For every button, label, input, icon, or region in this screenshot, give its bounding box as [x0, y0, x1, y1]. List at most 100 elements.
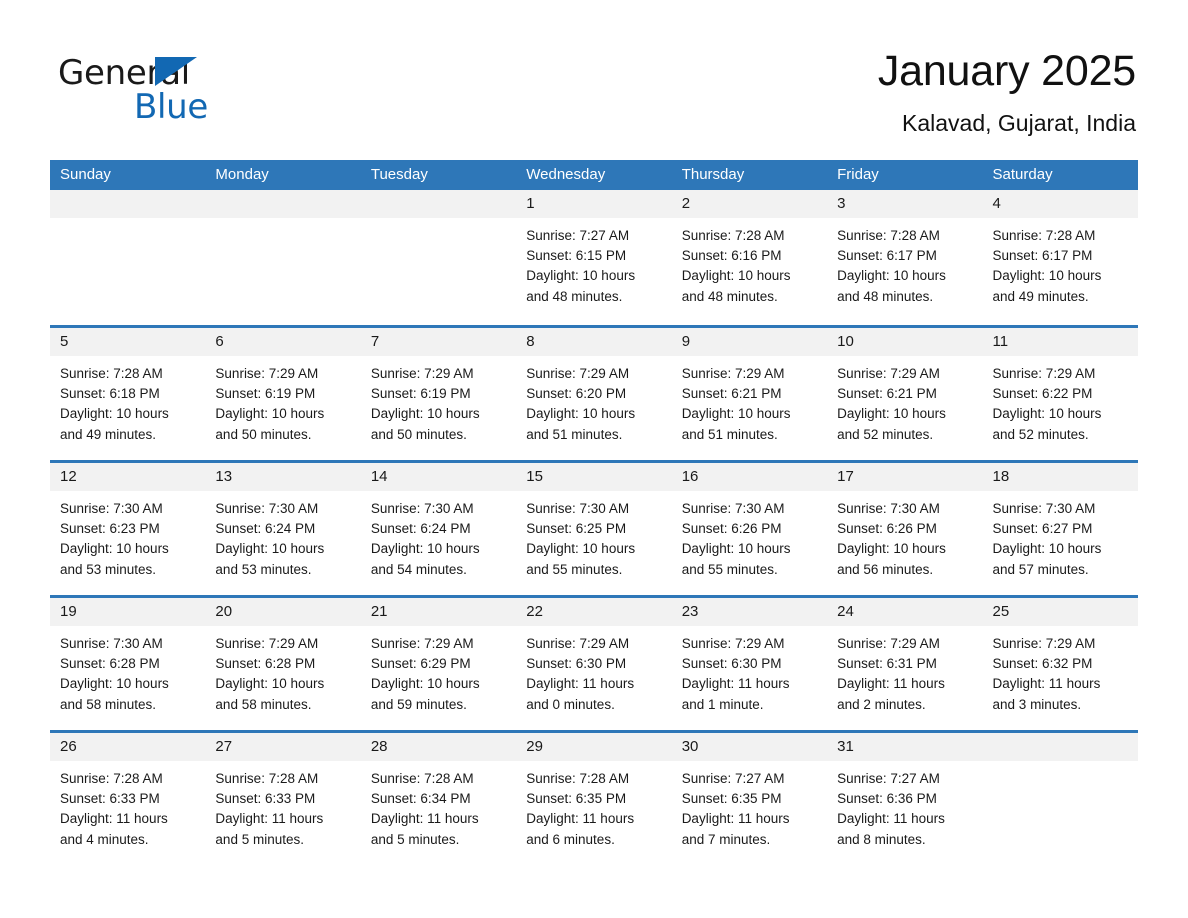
day-sun-info: Sunrise: 7:28 AM Sunset: 6:35 PM Daylight:…: [516, 761, 671, 850]
calendar-day-cell[interactable]: 28 Sunrise: 7:28 AM Sunset: 6:34 PM Dayligh…: [360, 733, 517, 865]
day-info-line: Daylight: 11 hours: [992, 676, 1101, 692]
day-info-line: and 59 minutes.: [370, 696, 467, 712]
day-number-band: 3: [827, 190, 983, 218]
day-number-band: 17: [827, 463, 983, 491]
day-number-band: 18: [982, 463, 1138, 491]
generalblue-logo[interactable]: General Blue: [58, 44, 238, 130]
day-sun-info: Sunrise: 7:30 AM Sunset: 6:24 PM Daylight:…: [361, 491, 516, 580]
calendar-day-cell[interactable]: 3 Sunrise: 7:28 AM Sunset: 6:17 PM Daylight…: [827, 190, 983, 325]
calendar-day-cell[interactable]: 20 Sunrise: 7:29 AM Sunset: 6:28 PM Dayligh…: [205, 598, 361, 730]
calendar-day-cell[interactable]: 26 Sunrise: 7:28 AM Sunset: 6:33 PM Dayligh…: [50, 733, 206, 865]
day-number: 24: [837, 603, 854, 620]
calendar-day-cell[interactable]: 30 Sunrise: 7:27 AM Sunset: 6:35 PM Dayligh…: [671, 733, 828, 865]
calendar-day-cell[interactable]: 19 Sunrise: 7:30 AM Sunset: 6:28 PM Dayligh…: [50, 598, 206, 730]
day-sun-info: Sunrise: 7:30 AM Sunset: 6:28 PM Daylight:…: [50, 626, 205, 715]
day-sun-info: Sunrise: 7:27 AM Sunset: 6:15 PM Daylight:…: [516, 218, 671, 307]
calendar-day-cell[interactable]: 17 Sunrise: 7:30 AM Sunset: 6:26 PM Dayligh…: [827, 463, 983, 595]
day-info-line: Sunset: 6:19 PM: [370, 386, 471, 402]
day-info-line: and 50 minutes.: [215, 426, 312, 442]
day-number-band: 11: [982, 328, 1138, 356]
day-info-line: Sunrise: 7:28 AM: [215, 771, 319, 786]
day-info-line: Daylight: 10 hours: [60, 541, 169, 557]
day-info-line: Daylight: 10 hours: [992, 268, 1102, 284]
calendar-day-cell[interactable]: 18 Sunrise: 7:30 AM Sunset: 6:27 PM Dayligh…: [982, 463, 1138, 595]
day-info-line: Sunset: 6:15 PM: [526, 248, 627, 264]
day-info-line: Sunrise: 7:29 AM: [370, 636, 474, 651]
day-info-line: Sunrise: 7:29 AM: [992, 366, 1096, 381]
calendar-day-cell[interactable]: 4 Sunrise: 7:28 AM Sunset: 6:17 PM Daylight…: [982, 190, 1138, 325]
day-info-line: Sunset: 6:35 PM: [681, 791, 782, 807]
day-number-band: [50, 190, 206, 218]
day-number-band: 27: [205, 733, 361, 761]
day-sun-info: Sunrise: 7:30 AM Sunset: 6:26 PM Daylight:…: [672, 491, 827, 580]
day-info-line: Sunrise: 7:29 AM: [837, 636, 940, 651]
calendar-day-cell[interactable]: 11 Sunrise: 7:29 AM Sunset: 6:22 PM Dayligh…: [982, 328, 1138, 460]
day-sun-info: Sunrise: 7:29 AM Sunset: 6:21 PM Daylight:…: [672, 356, 827, 445]
day-number-band: 24: [827, 598, 983, 626]
calendar-day-cell[interactable]: 7 Sunrise: 7:29 AM Sunset: 6:19 PM Daylight…: [360, 328, 517, 460]
day-sun-info: Sunrise: 7:28 AM Sunset: 6:17 PM Daylight:…: [827, 218, 982, 307]
day-info-line: Sunset: 6:28 PM: [60, 656, 160, 672]
day-info-line: Daylight: 10 hours: [837, 406, 946, 422]
day-info-line: Sunset: 6:27 PM: [992, 521, 1093, 537]
calendar-day-cell[interactable]: 25 Sunrise: 7:29 AM Sunset: 6:32 PM Dayligh…: [982, 598, 1138, 730]
calendar-day-cell[interactable]: 14 Sunrise: 7:30 AM Sunset: 6:24 PM Dayligh…: [360, 463, 517, 595]
calendar-day-cell[interactable]: 31 Sunrise: 7:27 AM Sunset: 6:36 PM Dayligh…: [827, 733, 983, 865]
day-info-line: Sunrise: 7:29 AM: [837, 366, 940, 381]
day-info-line: Sunset: 6:33 PM: [215, 791, 316, 807]
calendar-day-cell[interactable]: 16 Sunrise: 7:30 AM Sunset: 6:26 PM Dayligh…: [671, 463, 828, 595]
calendar-day-cell[interactable]: 27 Sunrise: 7:28 AM Sunset: 6:33 PM Dayligh…: [205, 733, 361, 865]
day-number-band: 1: [516, 190, 672, 218]
day-number-band: 6: [205, 328, 361, 356]
day-number: 20: [215, 603, 233, 620]
calendar-day-cell[interactable]: 5 Sunrise: 7:28 AM Sunset: 6:18 PM Daylight…: [50, 328, 206, 460]
day-number-band: 14: [360, 463, 517, 491]
calendar-day-cell[interactable]: 13 Sunrise: 7:30 AM Sunset: 6:24 PM Dayligh…: [205, 463, 361, 595]
day-info-line: and 7 minutes.: [681, 831, 771, 847]
day-info-line: Sunrise: 7:28 AM: [60, 366, 163, 381]
day-info-line: Sunrise: 7:28 AM: [370, 771, 474, 786]
day-info-line: Sunset: 6:35 PM: [526, 791, 627, 807]
calendar-day-cell[interactable]: 2 Sunrise: 7:28 AM Sunset: 6:16 PM Daylight…: [671, 190, 828, 325]
day-info-line: and 57 minutes.: [992, 561, 1089, 577]
day-sun-info: Sunrise: 7:27 AM Sunset: 6:35 PM Daylight:…: [672, 761, 827, 850]
calendar-day-cell[interactable]: 6 Sunrise: 7:29 AM Sunset: 6:19 PM Daylight…: [205, 328, 361, 460]
weekday-header-row: Sunday Monday Tuesday Wednesday Thursday Frid…: [50, 160, 1138, 190]
calendar-week-row: 19 Sunrise: 7:30 AM Sunset: 6:28 PM Dayligh…: [50, 595, 1138, 730]
day-info-line: Sunrise: 7:28 AM: [60, 771, 163, 786]
calendar-day-cell[interactable]: 12 Sunrise: 7:30 AM Sunset: 6:23 PM Dayligh…: [50, 463, 206, 595]
day-sun-info: Sunrise: 7:29 AM Sunset: 6:20 PM Daylight:…: [516, 356, 671, 445]
calendar-day-cell[interactable]: 24 Sunrise: 7:29 AM Sunset: 6:31 PM Dayligh…: [827, 598, 983, 730]
day-sun-info: Sunrise: 7:29 AM Sunset: 6:19 PM Daylight:…: [205, 356, 360, 445]
day-info-line: Daylight: 11 hours: [681, 811, 790, 827]
calendar-day-cell[interactable]: 8 Sunrise: 7:29 AM Sunset: 6:20 PM Daylight…: [516, 328, 672, 460]
weekday-header-friday: Friday: [837, 166, 879, 183]
day-info-line: Daylight: 11 hours: [837, 676, 945, 692]
day-info-line: Daylight: 10 hours: [215, 406, 325, 422]
calendar-day-cell[interactable]: 10 Sunrise: 7:29 AM Sunset: 6:21 PM Dayligh…: [827, 328, 983, 460]
day-number-band: 26: [50, 733, 206, 761]
calendar-day-cell[interactable]: 9 Sunrise: 7:29 AM Sunset: 6:21 PM Daylight…: [671, 328, 828, 460]
calendar-day-cell[interactable]: 15 Sunrise: 7:30 AM Sunset: 6:25 PM Dayligh…: [516, 463, 672, 595]
day-info-line: Sunset: 6:36 PM: [837, 791, 937, 807]
calendar-day-cell[interactable]: 29 Sunrise: 7:28 AM Sunset: 6:35 PM Dayligh…: [516, 733, 672, 865]
calendar-body: 1 Sunrise: 7:27 AM Sunset: 6:15 PM Daylight…: [50, 190, 1138, 865]
calendar-day-cell[interactable]: 23 Sunrise: 7:29 AM Sunset: 6:30 PM Dayligh…: [671, 598, 828, 730]
day-info-line: Sunrise: 7:30 AM: [681, 501, 785, 516]
day-info-line: Sunrise: 7:27 AM: [837, 771, 940, 786]
day-info-line: Sunset: 6:26 PM: [837, 521, 937, 537]
calendar-day-cell[interactable]: 1 Sunrise: 7:27 AM Sunset: 6:15 PM Daylight…: [516, 190, 672, 325]
day-info-line: Daylight: 10 hours: [526, 268, 636, 284]
day-info-line: Sunrise: 7:29 AM: [681, 366, 785, 381]
logo-text-blue: Blue: [134, 87, 209, 127]
day-sun-info: Sunrise: 7:30 AM Sunset: 6:26 PM Daylight:…: [827, 491, 982, 580]
day-number-band: [982, 733, 1138, 761]
day-sun-info: Sunrise: 7:28 AM Sunset: 6:18 PM Daylight:…: [50, 356, 205, 445]
calendar-day-empty: [360, 190, 517, 325]
day-info-line: and 56 minutes.: [837, 561, 934, 577]
day-sun-info: Sunrise: 7:29 AM Sunset: 6:21 PM Daylight:…: [827, 356, 982, 445]
day-info-line: and 6 minutes.: [526, 831, 615, 847]
calendar-day-cell[interactable]: 22 Sunrise: 7:29 AM Sunset: 6:30 PM Dayligh…: [516, 598, 672, 730]
calendar-day-cell[interactable]: 21 Sunrise: 7:29 AM Sunset: 6:29 PM Dayligh…: [360, 598, 517, 730]
day-sun-info: Sunrise: 7:30 AM Sunset: 6:24 PM Daylight:…: [205, 491, 360, 580]
